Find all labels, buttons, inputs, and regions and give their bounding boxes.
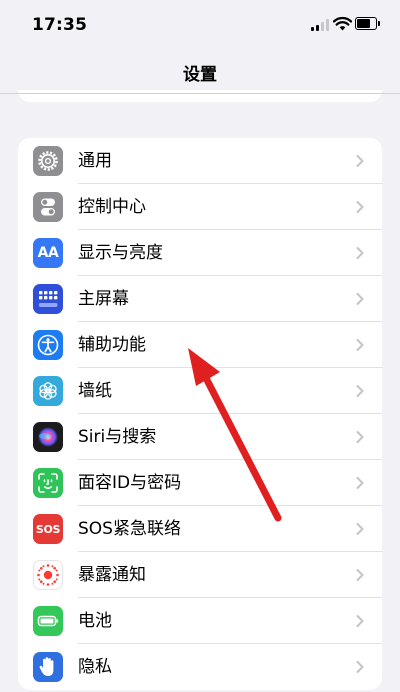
chevron-right-icon (356, 661, 364, 673)
row-label: 主屏幕 (78, 289, 129, 309)
settings-row-battery[interactable]: 电池 (18, 598, 382, 644)
battery-level (357, 19, 370, 28)
row-label: 电池 (78, 611, 112, 631)
chevron-right-icon (356, 155, 364, 167)
sos-icon-text: SOS (35, 522, 61, 536)
wifi-icon (332, 16, 353, 31)
settings-list: 通用 控制中心 AA 显示与亮度 主屏幕 辅助功能 墙纸 Siri与搜索 面容I… (18, 138, 382, 690)
settings-row-exposure-notifications[interactable]: 暴露通知 (18, 552, 382, 598)
settings-row-general[interactable]: 通用 (18, 138, 382, 184)
row-label: Siri与搜索 (78, 427, 157, 447)
wallpaper-icon (33, 376, 63, 406)
face-id-icon (33, 468, 63, 498)
status-time: 17:35 (32, 15, 88, 35)
row-label: 显示与亮度 (78, 243, 163, 263)
gear-icon (33, 146, 63, 176)
settings-row-face-id-passcode[interactable]: 面容ID与密码 (18, 460, 382, 506)
privacy-hand-icon (33, 652, 63, 682)
settings-row-display-brightness[interactable]: AA 显示与亮度 (18, 230, 382, 276)
battery-icon (355, 17, 380, 30)
chevron-right-icon (356, 431, 364, 443)
settings-row-wallpaper[interactable]: 墙纸 (18, 368, 382, 414)
settings-row-privacy[interactable]: 隐私 (18, 644, 382, 690)
settings-row-home-screen[interactable]: 主屏幕 (18, 276, 382, 322)
chevron-right-icon (356, 523, 364, 535)
chevron-right-icon (356, 569, 364, 581)
battery-setting-icon (33, 606, 63, 636)
home-grid-icon (33, 284, 63, 314)
chevron-right-icon (356, 201, 364, 213)
cellular-signal-icon (311, 18, 329, 31)
exposure-icon (33, 560, 63, 590)
chevron-right-icon (356, 293, 364, 305)
row-label: 隐私 (78, 657, 112, 677)
sos-icon: SOS (33, 514, 63, 544)
row-label: 通用 (78, 151, 112, 171)
chevron-right-icon (356, 477, 364, 489)
settings-row-control-center[interactable]: 控制中心 (18, 184, 382, 230)
row-label: 墙纸 (78, 381, 112, 401)
row-label: 暴露通知 (78, 565, 146, 585)
page-title: 设置 (183, 65, 217, 85)
status-bar: 17:35 (0, 0, 400, 46)
chevron-right-icon (356, 247, 364, 259)
settings-row-emergency-sos[interactable]: SOS SOS紧急联络 (18, 506, 382, 552)
settings-row-siri-search[interactable]: Siri与搜索 (18, 414, 382, 460)
text-size-icon: AA (33, 238, 63, 268)
chevron-right-icon (356, 339, 364, 351)
chevron-right-icon (356, 385, 364, 397)
previous-group-card (18, 90, 382, 102)
row-label: 辅助功能 (78, 335, 146, 355)
settings-row-accessibility[interactable]: 辅助功能 (18, 322, 382, 368)
accessibility-icon (33, 330, 63, 360)
row-label: SOS紧急联络 (78, 519, 181, 539)
chevron-right-icon (356, 615, 364, 627)
row-label: 面容ID与密码 (78, 473, 182, 493)
siri-icon (33, 422, 63, 452)
row-label: 控制中心 (78, 197, 146, 217)
text-size-glyph: AA (37, 245, 59, 261)
nav-divider (0, 93, 400, 94)
toggle-icon (33, 192, 63, 222)
